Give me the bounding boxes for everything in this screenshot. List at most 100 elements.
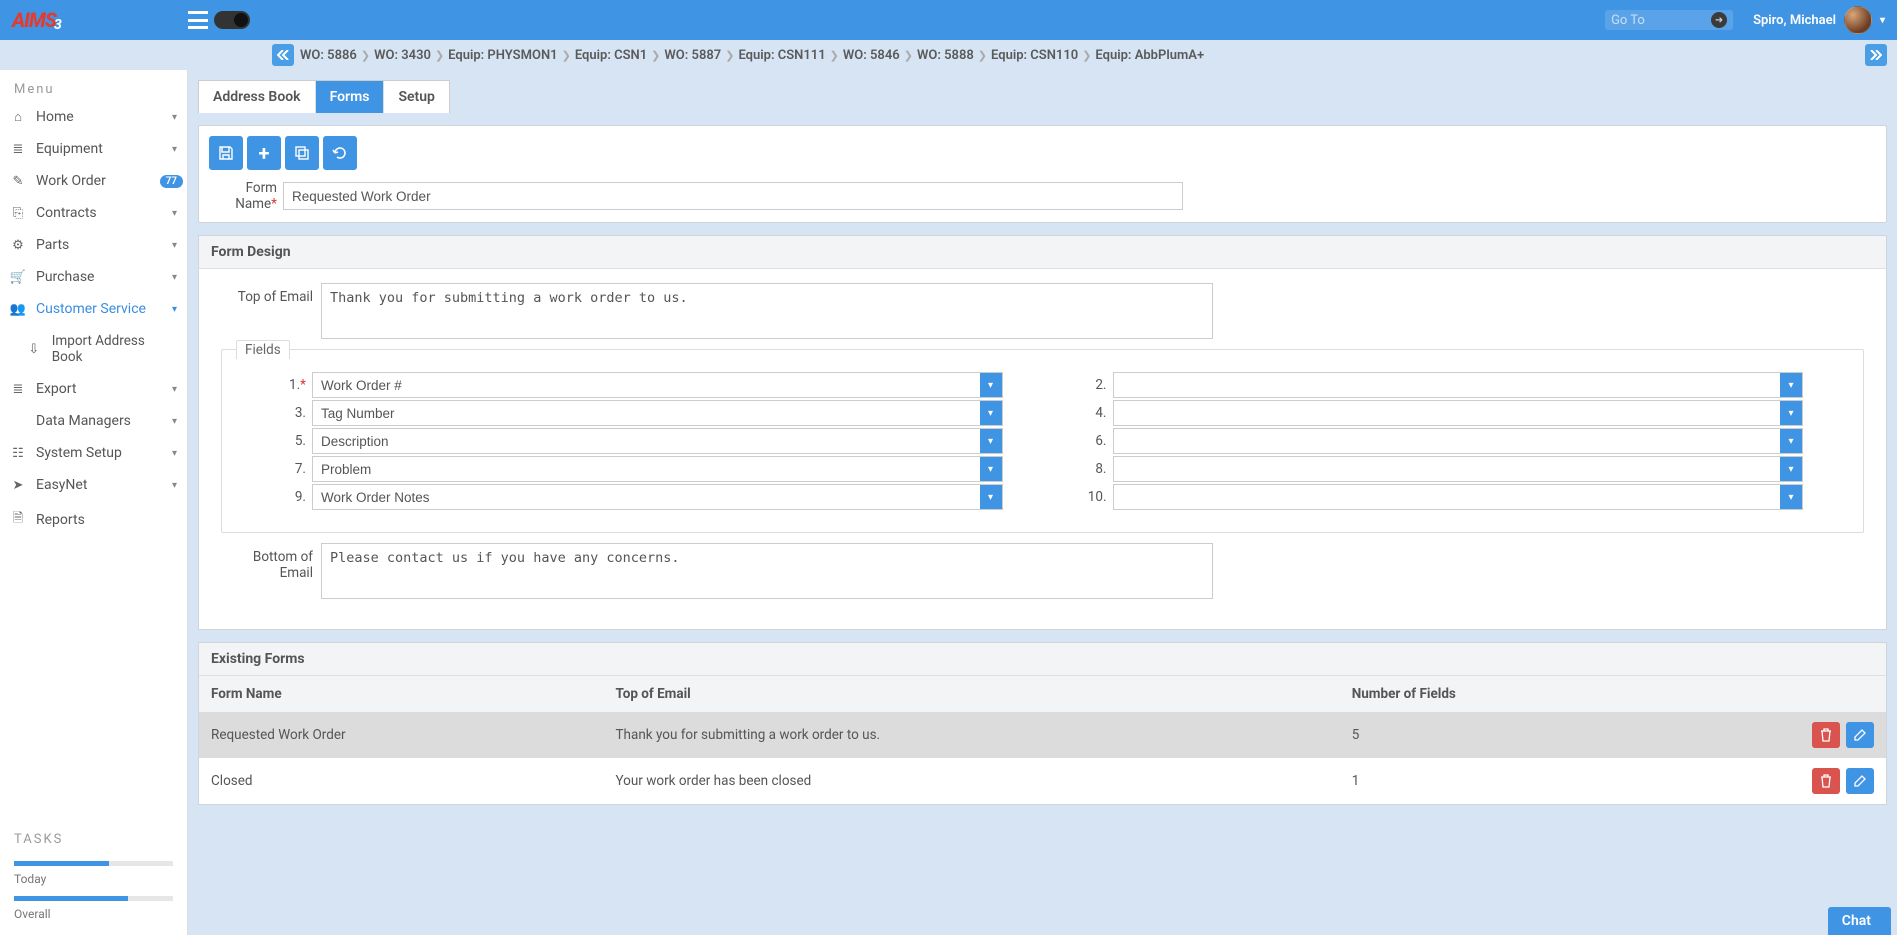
field-combo[interactable]: ▾ [312,372,1003,398]
sidebar-item-easynet[interactable]: ➤EasyNet▾ [0,469,187,501]
field-combo-input[interactable] [1114,401,1781,425]
field-combo-input[interactable] [1114,429,1781,453]
field-combo[interactable]: ▾ [1113,456,1804,482]
field-row: 9. ▾ [282,484,1003,510]
field-combo[interactable]: ▾ [1113,400,1804,426]
chevron-down-icon[interactable]: ▾ [980,485,1002,509]
chevron-down-icon: ▾ [172,304,177,315]
field-combo-input[interactable] [313,429,980,453]
chevron-down-icon: ▾ [172,272,177,283]
chevron-down-icon[interactable]: ▾ [980,429,1002,453]
menu-toggle-icon[interactable] [188,11,208,29]
field-row: 7.▾ [282,456,1003,482]
delete-row-button[interactable] [1812,768,1840,794]
sidebar-item-import-address-book[interactable]: ⇩Import Address Book [0,325,187,373]
theme-switch[interactable] [214,11,250,29]
edit-row-button[interactable] [1846,722,1874,748]
field-combo[interactable]: ▾ [1113,428,1804,454]
fields-legend: Fields [236,340,290,359]
copy-button[interactable] [285,136,319,170]
breadcrumb-item[interactable]: Equip: AbbPlumA+ [1095,48,1204,63]
chat-button[interactable]: Chat [1828,907,1891,935]
breadcrumb-item[interactable]: Equip: PHYSMON1 [448,48,557,63]
chevron-down-icon[interactable]: ▾ [1780,429,1802,453]
field-combo[interactable]: ▾ [312,484,1003,510]
sidebar-item-export[interactable]: ≣Export▾ [0,373,187,405]
field-combo[interactable]: ▾ [1113,372,1804,398]
sidebar-item-customer-service[interactable]: 👥Customer Service▾ [0,293,187,325]
form-name-input[interactable] [283,182,1183,210]
sidebar-item-home[interactable]: ⌂Home▾ [0,101,187,133]
breadcrumb-separator-icon: ❯ [361,49,370,62]
chevron-down-icon[interactable]: ▾ [1780,401,1802,425]
bottom-email-input[interactable] [321,543,1213,599]
sidebar-item-system-setup[interactable]: ☷System Setup▾ [0,437,187,469]
field-row: 10.▾ [1083,484,1804,510]
edit-row-button[interactable] [1846,768,1874,794]
nav-forward-button[interactable] [1865,44,1887,66]
sidebar-item-purchase[interactable]: 🛒Purchase▾ [0,261,187,293]
field-combo[interactable]: ▾ [312,400,1003,426]
breadcrumb-item[interactable]: WO: 3430 [374,48,431,63]
tab-forms[interactable]: Forms [316,81,385,113]
field-combo[interactable]: ▾ [312,428,1003,454]
breadcrumb-item[interactable]: WO: 5886 [300,48,357,63]
sidebar-item-equipment[interactable]: ≣Equipment▾ [0,133,187,165]
breadcrumb-item[interactable]: Equip: CSN1 [575,48,647,63]
breadcrumb-item[interactable]: WO: 5888 [917,48,974,63]
field-combo-input[interactable] [1114,457,1781,481]
sidebar-item-contracts[interactable]: ⎘Contracts▾ [0,197,187,229]
app-logo: AIMS3 [12,8,63,32]
chevron-down-icon[interactable]: ▾ [980,373,1002,397]
field-combo-input[interactable] [313,485,980,509]
sidebar-item-icon: ⌂ [10,109,26,125]
breadcrumb-item[interactable]: Equip: CSN111 [738,48,825,63]
chevron-down-icon[interactable]: ▾ [1780,457,1802,481]
table-header: Number of Fields [1340,676,1667,712]
breadcrumb-item[interactable]: WO: 5846 [843,48,900,63]
sidebar-item-label: Contracts [36,205,97,221]
breadcrumb-item[interactable]: WO: 5887 [664,48,721,63]
tab-setup[interactable]: Setup [384,81,448,113]
save-button[interactable] [209,136,243,170]
sidebar-item-reports[interactable]: 🗎Reports [0,501,187,539]
chevron-down-icon[interactable]: ▾ [1780,373,1802,397]
chevron-down-icon[interactable]: ▾ [980,457,1002,481]
table-row[interactable]: Requested Work OrderThank you for submit… [199,712,1886,758]
top-email-input[interactable] [321,283,1213,339]
table-row[interactable]: ClosedYour work order has been closed1 [199,758,1886,804]
field-row: 3.▾ [282,400,1003,426]
add-button[interactable]: + [247,136,281,170]
tab-address-book[interactable]: Address Book [199,81,316,113]
existing-forms-title: Existing Forms [199,643,1886,676]
field-combo-input[interactable] [1114,373,1781,397]
field-combo[interactable]: ▾ [312,456,1003,482]
user-name: Spiro, Michael [1753,13,1836,28]
breadcrumb-item[interactable]: Equip: CSN110 [991,48,1078,63]
field-combo-input[interactable] [313,401,980,425]
undo-button[interactable] [323,136,357,170]
user-menu[interactable]: Spiro, Michael ▾ [1753,6,1885,34]
sidebar-item-work-order[interactable]: ✎Work Order▾77 [0,165,187,197]
sidebar-item-data-managers[interactable]: Data Managers▾ [0,405,187,437]
field-row: 6.▾ [1083,428,1804,454]
field-number: 8. [1083,461,1107,477]
field-number: 9. [282,489,306,505]
delete-row-button[interactable] [1812,722,1840,748]
goto-button[interactable]: Go To ➜ [1605,10,1733,30]
chevron-down-icon[interactable]: ▾ [980,401,1002,425]
goto-label: Go To [1611,13,1645,28]
sidebar-item-parts[interactable]: ⚙Parts▾ [0,229,187,261]
breadcrumb-separator-icon: ❯ [1082,49,1091,62]
chevron-down-icon: ▾ [172,240,177,251]
field-combo-input[interactable] [313,457,980,481]
cell-field-count: 5 [1340,712,1667,758]
field-combo[interactable]: ▾ [1113,484,1804,510]
chevron-down-icon[interactable]: ▾ [1780,485,1802,509]
progress-bar [14,896,173,901]
breadcrumb-separator-icon: ❯ [651,49,660,62]
sidebar-badge: 77 [160,175,183,188]
field-combo-input[interactable] [313,373,980,397]
nav-back-button[interactable] [272,44,294,66]
field-combo-input[interactable] [1114,485,1781,509]
